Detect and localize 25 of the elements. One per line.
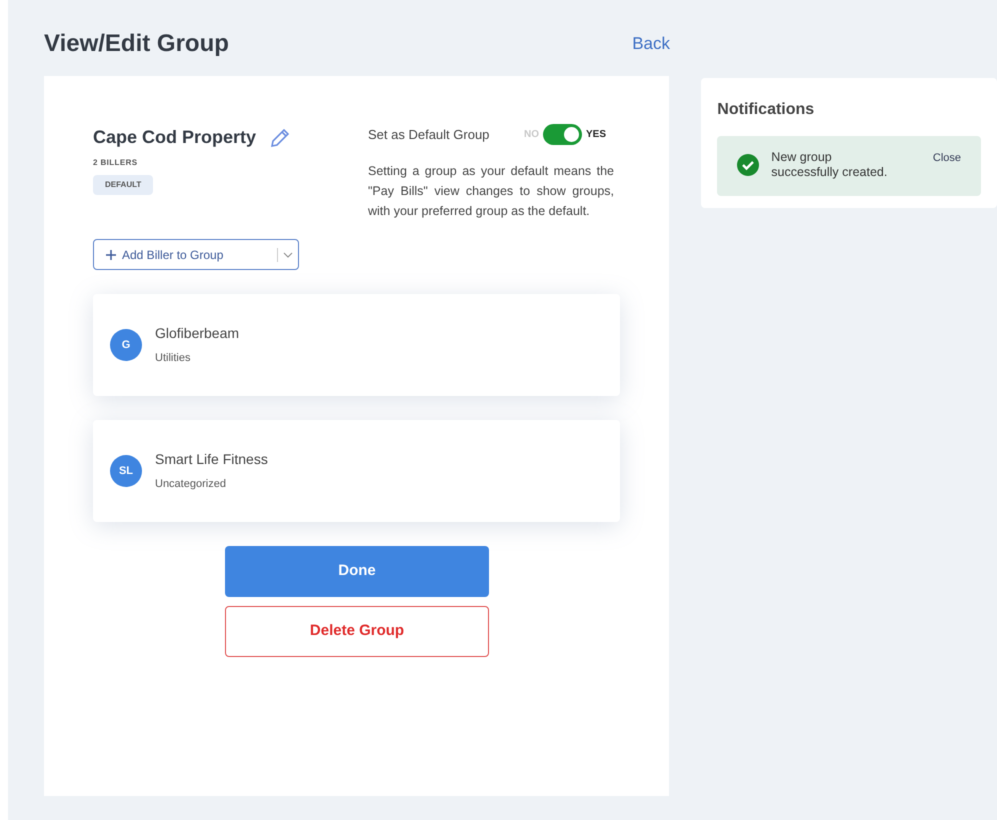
close-link[interactable]: Close	[932, 150, 961, 166]
page-title: View/Edit Group	[44, 29, 229, 59]
biller-name: Smart Life Fitness	[155, 450, 268, 470]
default-badge: DEFAULT	[93, 175, 154, 195]
biller-avatar: SL	[110, 455, 142, 487]
biller-avatar: G	[110, 329, 142, 361]
done-button[interactable]: Done	[225, 546, 489, 597]
group-name: Cape Cod Property	[93, 126, 256, 149]
biller-name: Glofiberbeam	[155, 324, 240, 344]
biller-card[interactable]: G Glofiberbeam Utilities	[93, 294, 620, 396]
yes-label: YES	[586, 128, 606, 142]
delete-group-button[interactable]: Delete Group	[225, 606, 489, 657]
default-toggle[interactable]	[543, 124, 582, 145]
back-link[interactable]: Back	[632, 31, 670, 57]
notifications-title: Notifications	[717, 100, 816, 120]
default-label: Set as Default Group	[368, 126, 490, 144]
check-circle-icon	[737, 154, 760, 176]
default-description: Setting a group as your default means the "Pay Bills" view changes to show groups, with your preferred group as the default.	[368, 163, 614, 220]
biller-category: Uncategorized	[155, 477, 227, 492]
biller-count: 2 BILLERS	[93, 157, 138, 169]
plus-icon	[106, 250, 116, 260]
add-biller-dropdown[interactable]: Add Biller to Group	[93, 239, 299, 270]
notification-message: New group successfully created.	[771, 150, 888, 180]
biller-card[interactable]: SL Smart Life Fitness Uncategorized	[93, 420, 620, 522]
biller-category: Utilities	[155, 351, 192, 366]
